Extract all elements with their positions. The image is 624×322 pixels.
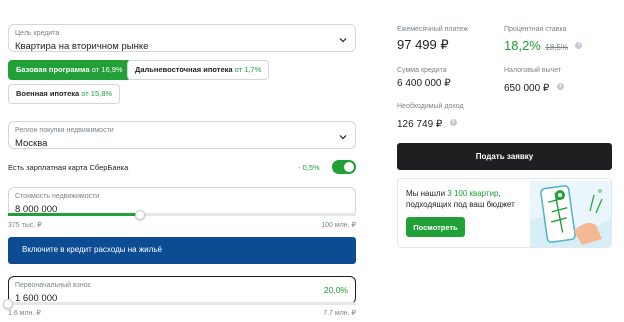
tax-deduction-label: Налоговый вычет <box>504 67 562 74</box>
toggle-knob <box>344 162 354 172</box>
expenses-banner-text: Включите в кредит расходы на жильё <box>22 245 162 254</box>
interest-rate-label: Процентная ставка <box>504 26 567 33</box>
loan-amount-label: Сумма кредита <box>397 67 447 74</box>
interest-rate-value: 18,2% <box>504 38 541 53</box>
promo-view-button-label: Посмотреть <box>413 223 458 232</box>
info-icon[interactable]: i <box>449 119 457 127</box>
interest-rate-old: 18,5% <box>545 43 569 52</box>
down-payment-slider-handle[interactable] <box>3 299 13 309</box>
property-cost-input[interactable]: Стоимость недвижимости 8 000 000 <box>8 187 356 216</box>
region-value: Москва <box>15 138 48 149</box>
promo-card: Мы нашли 3 100 квартир, подходящих под в… <box>397 178 612 248</box>
tax-deduction: 650 000 ₽ i <box>504 78 564 96</box>
required-income-label: Необходимый доход <box>397 103 464 110</box>
interest-rate: 18,2% 18,5% i <box>504 37 583 55</box>
down-payment-label: Первоначальный взнос <box>15 282 92 289</box>
region-select[interactable]: Регион покупки недвижимости Москва <box>8 121 356 149</box>
salary-card-label: Есть зарплатная карта СберБанка <box>8 163 129 172</box>
promo-view-button[interactable]: Посмотреть <box>406 217 465 237</box>
purpose-label: Цель кредита <box>15 30 60 37</box>
apply-button[interactable]: Подать заявку <box>397 143 612 170</box>
chevron-down-icon <box>339 135 347 140</box>
promo-text: Мы нашли 3 100 квартир, подходящих под в… <box>406 189 515 209</box>
down-payment-input[interactable]: Первоначальный взнос 1 600 000 20,0% <box>8 276 356 304</box>
purpose-value: Квартира на вторичном рынке <box>15 41 149 52</box>
tax-deduction-value: 650 000 ₽ <box>504 83 550 94</box>
property-cost-slider[interactable] <box>8 213 356 216</box>
down-payment-slider[interactable] <box>8 302 356 305</box>
down-payment-min: 1.6 млн. ₽ <box>8 310 41 317</box>
down-payment-percent: 20,0% <box>323 285 348 295</box>
property-cost-label: Стоимость недвижимости <box>15 193 100 200</box>
monthly-payment-label: Ежемесячный платеж <box>397 26 468 33</box>
property-cost-slider-handle[interactable] <box>135 210 146 220</box>
down-payment-max: 7.7 млн. ₽ <box>323 310 356 317</box>
salary-card-discount: - 0,5% <box>298 163 320 172</box>
info-icon[interactable]: i <box>556 83 564 91</box>
required-income: 126 749 ₽ i <box>397 114 457 132</box>
apply-button-label: Подать заявку <box>475 152 534 161</box>
salary-card-toggle[interactable] <box>332 160 356 174</box>
property-cost-slider-fill <box>8 213 141 216</box>
map-phone-illustration <box>530 181 611 247</box>
program-chip-far-east[interactable]: Дальневосточная ипотека от 1,7% <box>127 60 270 80</box>
expenses-banner[interactable]: Включите в кредит расходы на жильё <box>8 237 356 264</box>
property-cost-max: 100 млн. ₽ <box>321 222 356 229</box>
region-label: Регион покупки недвижимости <box>15 127 114 134</box>
required-income-value: 126 749 ₽ <box>397 119 443 130</box>
program-chip-military[interactable]: Военная ипотека от 15,8% <box>8 84 121 104</box>
property-cost-min: 375 тыс. ₽ <box>8 222 42 229</box>
chevron-down-icon <box>339 38 347 43</box>
monthly-payment-value: 97 499 ₽ <box>397 37 449 52</box>
purpose-select[interactable]: Цель кредита Квартира на вторичном рынке <box>8 24 356 52</box>
loan-amount-value: 6 400 000 ₽ <box>397 78 451 89</box>
info-icon[interactable]: i <box>575 42 583 50</box>
program-chip-base[interactable]: Базовая программа от 16,9% <box>8 60 131 80</box>
